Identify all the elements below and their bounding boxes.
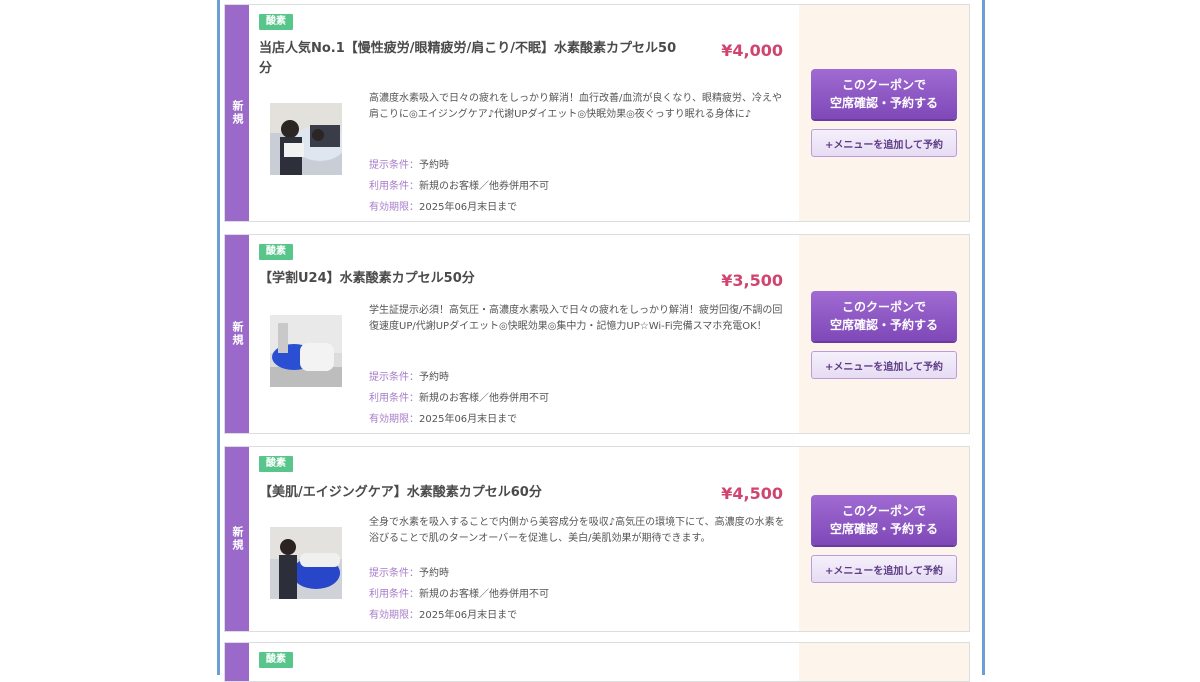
category-tag: 酸素 — [259, 244, 293, 260]
coupon-image — [270, 103, 342, 175]
coupon-card: 新規 酸素 【学割U24】水素酸素カプセル50分 ¥3,500 学生証提示必須！… — [224, 234, 970, 434]
category-tag: 酸素 — [259, 652, 293, 668]
coupon-card: 酸素 — [224, 642, 970, 682]
condition-present: 提示条件：予約時 — [369, 372, 449, 383]
coupon-description: 学生証提示必須！高気圧・高濃度水素吸入で日々の疲れをしっかり解消！疲労回復/不調… — [369, 305, 783, 332]
action-panel — [799, 643, 969, 681]
action-panel: このクーポンで 空席確認・予約する +メニューを追加して予約 — [799, 5, 969, 221]
new-customer-bar — [225, 643, 249, 681]
action-panel: このクーポンで 空席確認・予約する +メニューを追加して予約 — [799, 447, 969, 631]
action-panel: このクーポンで 空席確認・予約する +メニューを追加して予約 — [799, 235, 969, 433]
condition-use: 利用条件：新規のお客様／他券併用不可 — [369, 181, 549, 192]
condition-expire: 有効期限：2025年06月末日まで — [369, 610, 518, 621]
add-menu-reserve-button[interactable]: +メニューを追加して予約 — [811, 555, 957, 583]
category-tag: 酸素 — [259, 456, 293, 472]
coupon-title: 当店人気No.1【慢性疲労/眼精疲労/肩こり/不眠】水素酸素カプセル50分 — [259, 41, 677, 76]
condition-use: 利用条件：新規のお客様／他券併用不可 — [369, 393, 549, 404]
coupon-price: ¥4,500 — [721, 484, 783, 503]
reserve-with-coupon-button[interactable]: このクーポンで 空席確認・予約する — [811, 495, 957, 545]
reserve-with-coupon-button[interactable]: このクーポンで 空席確認・予約する — [811, 69, 957, 119]
coupon-price: ¥3,500 — [721, 271, 783, 290]
category-tag: 酸素 — [259, 14, 293, 30]
reserve-with-coupon-button[interactable]: このクーポンで 空席確認・予約する — [811, 291, 957, 341]
condition-expire: 有効期限：2025年06月末日まで — [369, 414, 518, 425]
condition-present: 提示条件：予約時 — [369, 568, 449, 579]
new-customer-bar: 新規 — [225, 447, 249, 631]
coupon-image — [270, 527, 342, 599]
add-menu-reserve-button[interactable]: +メニューを追加して予約 — [811, 129, 957, 157]
new-customer-bar: 新規 — [225, 5, 249, 221]
new-customer-bar: 新規 — [225, 235, 249, 433]
coupon-image — [270, 315, 342, 387]
coupon-card: 新規 酸素 当店人気No.1【慢性疲労/眼精疲労/肩こり/不眠】水素酸素カプセル… — [224, 4, 970, 222]
coupon-card: 新規 酸素 【美肌/エイジングケア】水素酸素カプセル60分 ¥4,500 全身で… — [224, 446, 970, 632]
coupon-description: 全身で水素を吸入することで内側から美容成分を吸収♪高気圧の環境下にて、高濃度の水… — [369, 517, 785, 544]
add-menu-reserve-button[interactable]: +メニューを追加して予約 — [811, 351, 957, 379]
coupon-list: 新規 酸素 当店人気No.1【慢性疲労/眼精疲労/肩こり/不眠】水素酸素カプセル… — [217, 0, 985, 682]
coupon-title: 【美肌/エイジングケア】水素酸素カプセル60分 — [259, 485, 542, 500]
condition-expire: 有効期限：2025年06月末日まで — [369, 202, 518, 213]
coupon-price: ¥4,000 — [721, 41, 783, 60]
coupon-title: 【学割U24】水素酸素カプセル50分 — [259, 271, 475, 286]
condition-present: 提示条件：予約時 — [369, 160, 449, 171]
coupon-description: 高濃度水素吸入で日々の疲れをしっかり解消！血行改善/血流が良くなり、眼精疲労、冷… — [369, 93, 782, 120]
condition-use: 利用条件：新規のお客様／他券併用不可 — [369, 589, 549, 600]
